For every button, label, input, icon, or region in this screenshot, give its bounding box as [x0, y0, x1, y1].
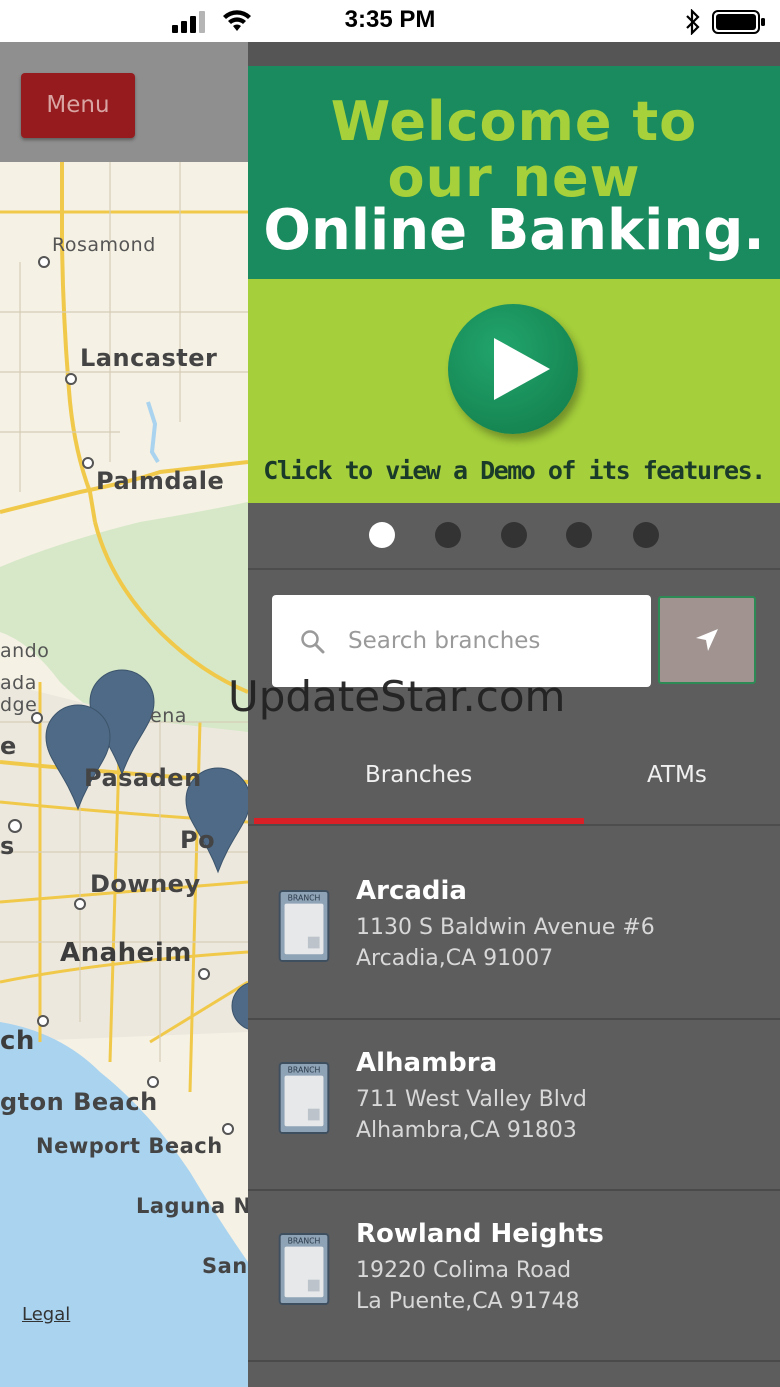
tab-atms[interactable]: ATMs: [647, 762, 707, 788]
map-label-rosamond: Rosamond: [52, 234, 156, 256]
watermark-text: UpdateStar.com: [228, 672, 566, 721]
map-label-laguna: Laguna N: [136, 1194, 248, 1218]
map-label-pasadena: Pasaden: [84, 764, 202, 792]
map-label-san: San: [202, 1254, 248, 1278]
map-label-palmdale: Palmdale: [96, 467, 225, 495]
svg-text:BRANCH: BRANCH: [288, 894, 321, 903]
banner-line-3: Online Banking.: [263, 198, 765, 263]
banner-headline-area: Welcome to our new Online Banking.: [248, 66, 780, 279]
divider: [248, 568, 780, 570]
map-label-ch: ch: [0, 1026, 35, 1056]
branch-name: Arcadia: [356, 876, 467, 906]
map-label-e: e: [0, 732, 17, 760]
carousel-dot[interactable]: [566, 522, 592, 548]
branch-icon: BRANCH: [278, 890, 330, 962]
menu-button[interactable]: Menu: [21, 73, 135, 138]
map-label-downey: Downey: [90, 870, 201, 898]
panel-top-strip: [248, 42, 780, 66]
carousel-dot[interactable]: [633, 522, 659, 548]
branch-address-line-2: Arcadia,CA 91007: [356, 946, 554, 971]
promo-banner[interactable]: Welcome to our new Online Banking. Click…: [248, 66, 780, 503]
map-panel: Menu Rosamond Lancaster Palmdale ando ad…: [0, 42, 248, 1387]
branch-icon: BRANCH: [278, 1062, 330, 1134]
branch-address-line-1: 711 West Valley Blvd: [356, 1087, 587, 1112]
branch-name: Rowland Heights: [356, 1219, 604, 1249]
map-label-s: s: [0, 832, 15, 860]
branch-address-line-2: La Puente,CA 91748: [356, 1289, 580, 1314]
branch-icon: BRANCH: [278, 1233, 330, 1305]
branch-address-line-1: 19220 Colima Road: [356, 1258, 572, 1283]
branch-name: Alhambra: [356, 1048, 498, 1078]
divider: [248, 1360, 780, 1362]
carousel-dot[interactable]: [435, 522, 461, 548]
banner-caption: Click to view a Demo of its features.: [263, 456, 766, 485]
map-view[interactable]: Rosamond Lancaster Palmdale ando ada dge…: [0, 162, 248, 1387]
svg-text:BRANCH: BRANCH: [288, 1066, 321, 1075]
carousel-dot[interactable]: [501, 522, 527, 548]
play-icon: [494, 338, 550, 400]
branch-list-item[interactable]: BRANCH Rowland Heights 19220 Colima Road…: [248, 1191, 780, 1361]
map-label-huntington-beach: gton Beach: [0, 1088, 158, 1116]
bluetooth-icon: [686, 9, 700, 35]
carousel-dots: [248, 510, 780, 560]
branch-list-item[interactable]: BRANCH Arcadia 1130 S Baldwin Avenue #6 …: [248, 826, 780, 996]
search-input[interactable]: [348, 621, 628, 661]
status-time: 3:35 PM: [344, 6, 436, 33]
branch-list-item[interactable]: BRANCH Alhambra 711 West Valley Blvd Alh…: [248, 1020, 780, 1190]
map-label-ada: ada: [0, 672, 37, 694]
map-label-dge: dge: [0, 694, 38, 716]
map-label-ando: ando: [0, 640, 50, 662]
map-header: Menu: [0, 42, 248, 162]
carousel-dot[interactable]: [369, 522, 395, 548]
battery-icon: [712, 10, 765, 34]
current-location-button[interactable]: [658, 596, 756, 684]
map-label-newport-beach: Newport Beach: [36, 1134, 223, 1158]
map-label-ena: ena: [150, 705, 187, 727]
map-label-anaheim: Anaheim: [60, 938, 192, 968]
legal-link[interactable]: Legal: [22, 1304, 70, 1325]
status-bar: 3:35 PM: [0, 0, 780, 42]
location-arrow-icon: [696, 629, 718, 651]
map-label-pomona: Po: [180, 826, 216, 854]
svg-text:BRANCH: BRANCH: [288, 1237, 321, 1246]
map-label-lancaster: Lancaster: [80, 344, 218, 372]
search-icon: [301, 630, 325, 654]
tab-branches[interactable]: Branches: [365, 762, 472, 788]
play-button[interactable]: [448, 304, 578, 434]
branch-address-line-1: 1130 S Baldwin Avenue #6: [356, 915, 655, 940]
branch-address-line-2: Alhambra,CA 91803: [356, 1118, 577, 1143]
banner-line-1: Welcome to: [330, 90, 698, 153]
